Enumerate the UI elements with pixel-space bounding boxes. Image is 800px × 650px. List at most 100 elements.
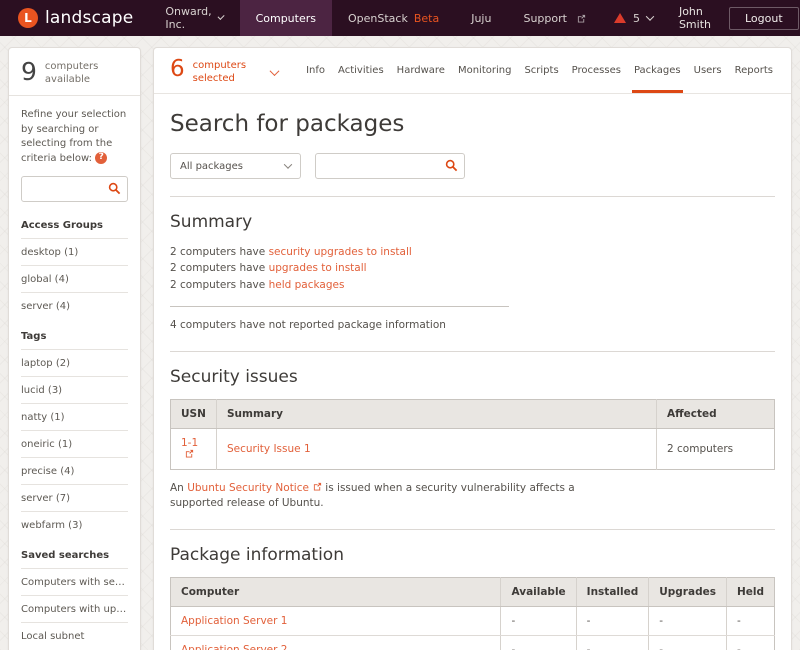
logout-wrap: Logout [725,0,800,36]
sidebar-item[interactable]: lucid (3) [21,376,128,403]
sidebar-body: Refine your selection by searching or se… [9,96,140,650]
column-header: Computer [171,578,501,607]
search-icon[interactable] [108,182,121,195]
summary-note: 4 computers have not reported package in… [170,318,775,334]
external-link-icon [313,482,322,491]
main-header: 6 computers selected InfoActivitiesHardw… [154,48,791,94]
usn-link[interactable]: 1-1 [181,437,198,449]
nav-item-label: Computers [256,12,316,25]
package-search [315,153,465,179]
divider [170,351,775,352]
available-count: 9 [21,58,37,86]
tab-processes[interactable]: Processes [570,48,623,93]
security-table-header-row: USNSummaryAffected [171,399,775,428]
package-information-heading: Package information [170,545,775,565]
affected-cell: 2 computers [657,428,775,469]
sidebar-item[interactable]: Computers with securit… [21,568,128,595]
warning-icon [614,13,626,23]
main-panel: 6 computers selected InfoActivitiesHardw… [153,47,792,650]
tab-scripts[interactable]: Scripts [522,48,560,93]
installed-cell: - [576,607,649,636]
package-search-input[interactable] [316,154,464,178]
nav-left: L landscape Onward, Inc. Computers OpenS… [0,0,602,36]
sidebar-item[interactable]: precise (4) [21,457,128,484]
package-table-body: Application Server 1----Application Serv… [171,607,775,650]
content: 9 computers available Refine your select… [0,36,800,650]
account-menu[interactable]: Onward, Inc. [149,0,239,36]
selected-count-label: computers selected [193,57,251,85]
summary-line: 2 computers have held packages [170,277,775,293]
nav-right: 5 John Smith Logout [602,0,800,36]
upgrades-cell: - [649,636,727,650]
nav-item-openstack[interactable]: OpenStack Beta [332,0,455,36]
sidebar-item[interactable]: natty (1) [21,403,128,430]
security-issue-link[interactable]: Security Issue 1 [227,443,311,455]
table-row: 1-1 Security Issue 1 2 computers [171,428,775,469]
package-information-table: ComputerAvailableInstalledUpgradesHeld A… [170,577,775,650]
summary-link[interactable]: held packages [269,279,345,291]
nav-item-support[interactable]: Support [507,0,601,36]
sidebar-item[interactable]: server (4) [21,292,128,319]
usn-cell: 1-1 [171,428,217,469]
sidebar-item[interactable]: desktop (1) [21,238,128,265]
refine-text: Refine your selection by searching or se… [21,108,128,166]
chevron-down-icon [284,160,292,168]
summary-link[interactable]: security upgrades to install [269,246,412,258]
search-icon[interactable] [445,159,458,172]
sidebar-item[interactable]: global (4) [21,265,128,292]
nav-item-computers[interactable]: Computers [240,0,332,36]
tab-activities[interactable]: Activities [336,48,386,93]
tab-users[interactable]: Users [692,48,724,93]
column-header: Available [501,578,576,607]
tab-packages[interactable]: Packages [632,48,683,93]
computer-cell: Application Server 2 [171,636,501,650]
chevron-down-icon[interactable] [269,66,279,76]
user-name: John Smith [665,0,725,36]
tab-monitoring[interactable]: Monitoring [456,48,513,93]
summary-line-prefix: 2 computers have [170,246,269,258]
summary-line-prefix: 2 computers have [170,279,269,291]
sidebar-section-title: Saved searches [21,538,128,568]
sidebar-item[interactable]: laptop (2) [21,349,128,376]
upgrades-cell: - [649,607,727,636]
sidebar-section-title: Access Groups [21,208,128,238]
sidebar-item[interactable]: Computers with upgrades [21,595,128,622]
sidebar-item[interactable]: server (7) [21,484,128,511]
tab-info[interactable]: Info [304,48,327,93]
ubuntu-security-notice-link[interactable]: Ubuntu Security Notice [187,482,309,494]
security-issues-table: USNSummaryAffected 1-1 Security Issue 1 2 … [170,399,775,470]
logout-button[interactable]: Logout [729,7,799,30]
refine-text-span: Refine your selection by searching or se… [21,109,126,164]
sidebar-item[interactable]: webfarm (3) [21,511,128,538]
column-header: Summary [217,399,657,428]
sidebar-item[interactable]: oneiric (1) [21,430,128,457]
computers-available-header: 9 computers available [9,48,140,96]
summary-heading: Summary [170,212,775,232]
landscape-logo-icon: L [18,8,38,28]
alerts-menu[interactable]: 5 [602,0,665,36]
package-table-header-row: ComputerAvailableInstalledUpgradesHeld [171,578,775,607]
chevron-down-icon [218,13,225,20]
divider [170,196,775,197]
tab-hardware[interactable]: Hardware [395,48,447,93]
landscape-logo[interactable]: L landscape [0,0,149,36]
held-cell: - [726,636,774,650]
nav-item-juju[interactable]: Juju [455,0,507,36]
installed-cell: - [576,636,649,650]
computer-link[interactable]: Application Server 2 [181,644,287,650]
sidebar: 9 computers available Refine your select… [8,47,141,650]
alerts-count: 5 [633,12,640,25]
tab-reports[interactable]: Reports [733,48,775,93]
column-header: Affected [657,399,775,428]
help-icon[interactable]: ? [95,152,107,164]
package-filter-value: All packages [180,161,243,172]
column-header: USN [171,399,217,428]
computer-link[interactable]: Application Server 1 [181,615,287,627]
security-note-prefix: An [170,482,187,494]
column-header: Installed [576,578,649,607]
package-filter-select[interactable]: All packages [170,153,301,179]
account-name: Onward, Inc. [165,5,213,31]
nav-item-label: OpenStack [348,12,408,25]
sidebar-item[interactable]: Local subnet [21,622,128,649]
summary-link[interactable]: upgrades to install [269,262,367,274]
